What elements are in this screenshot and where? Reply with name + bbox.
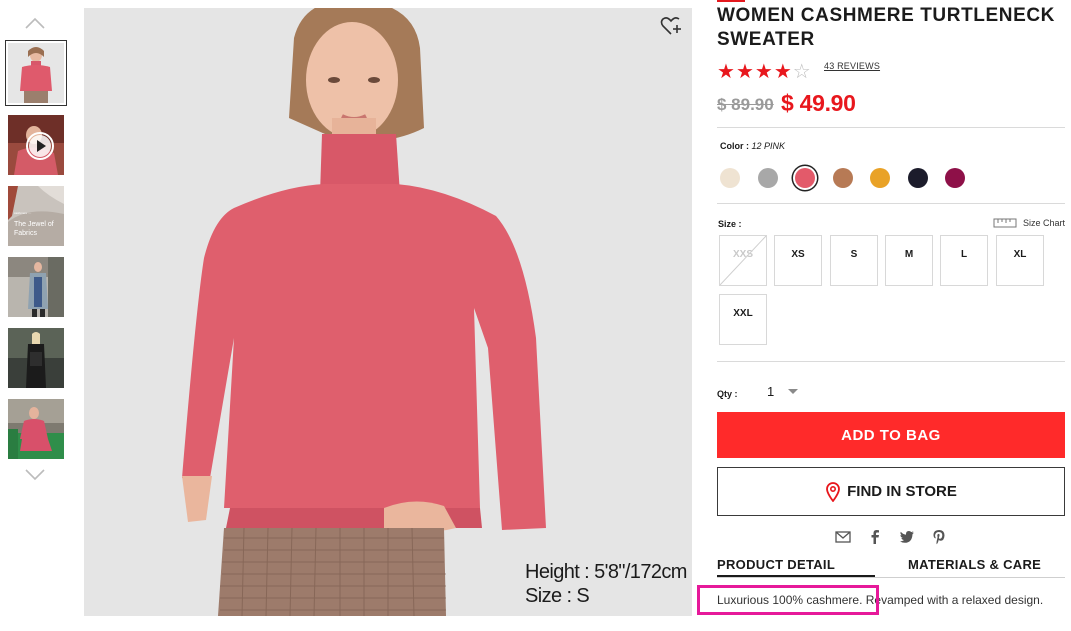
tab-materials-care[interactable]: MATERIALS & CARE [908, 557, 1041, 572]
reviews-link[interactable]: 43 REVIEWS [824, 61, 880, 71]
location-pin-icon [826, 481, 841, 502]
sale-price: $ 49.90 [781, 90, 856, 116]
chevron-down-icon[interactable] [24, 468, 46, 482]
tab-product-detail[interactable]: PRODUCT DETAIL [717, 557, 835, 572]
model-photo [84, 8, 692, 616]
svg-text:Fabrics: Fabrics [14, 230, 37, 237]
star-icon: ★ [773, 61, 793, 83]
product-title: WOMEN CASHMERE TURTLENECK SWEATER [717, 5, 1055, 50]
star-icon: ★ [717, 61, 736, 83]
rating-stars[interactable]: ★★★★☆ [717, 59, 812, 84]
color-swatch-natural[interactable] [720, 168, 740, 188]
qty-label: Qty : [717, 389, 738, 399]
divider [717, 127, 1065, 128]
color-swatch-wine[interactable] [945, 168, 965, 188]
color-swatch-navy[interactable] [908, 168, 928, 188]
size-label: Size : [718, 219, 742, 229]
ruler-icon [993, 218, 1017, 228]
thumb-fabric-text: The Jewel of [14, 221, 54, 228]
svg-text:cashmere ....: cashmere .... [14, 211, 32, 215]
thumbnail-video[interactable] [8, 115, 64, 175]
add-to-bag-button[interactable]: ADD TO BAG [717, 412, 1065, 458]
promo-tag [717, 0, 745, 2]
qty-select[interactable]: 1 [767, 382, 807, 400]
size-option-l[interactable]: L [940, 235, 988, 286]
pinterest-icon[interactable] [931, 529, 947, 545]
product-panel: WOMEN CASHMERE TURTLENECK SWEATER ★★★★☆ … [717, 0, 1065, 631]
mail-icon[interactable] [835, 529, 851, 545]
star-icon: ★ [754, 61, 774, 83]
thumbnail-5[interactable] [8, 328, 64, 388]
caption-height: Height : 5'8"/172cm [525, 561, 687, 583]
color-swatch-gray[interactable] [758, 168, 778, 188]
thumbnail-6[interactable] [8, 399, 64, 459]
twitter-icon[interactable] [899, 529, 915, 545]
size-chart-link[interactable]: Size Chart [993, 218, 1065, 228]
color-swatch-yellow[interactable] [870, 168, 890, 188]
star-empty-icon: ☆ [792, 61, 812, 83]
divider [717, 361, 1065, 362]
model-caption: Height : 5'8"/172cm Size : S [525, 560, 687, 608]
thumbnail-1[interactable] [5, 40, 67, 106]
divider [717, 203, 1065, 204]
qty-value: 1 [767, 383, 775, 399]
color-label: Color : 12 PINK [720, 141, 786, 151]
find-in-store-button[interactable]: FIND IN STORE [717, 467, 1065, 516]
size-option-s[interactable]: S [830, 235, 878, 286]
size-option-xxl[interactable]: XXL [719, 294, 767, 345]
thumbnail-strip: cashmere .... The Jewel of Fabrics [0, 0, 72, 631]
thumbnail-4[interactable] [8, 257, 64, 317]
highlight-box [697, 585, 879, 615]
size-option-xs[interactable]: XS [774, 235, 822, 286]
caption-size: Size : S [525, 585, 590, 607]
facebook-icon[interactable] [867, 529, 883, 545]
tabs-divider [717, 577, 1065, 578]
chevron-up-icon[interactable] [24, 16, 46, 30]
color-value: 12 PINK [751, 141, 786, 151]
star-icon: ★ [735, 61, 755, 83]
caret-down-icon [788, 388, 799, 394]
size-option-xl[interactable]: XL [996, 235, 1044, 286]
heart-plus-icon[interactable] [660, 16, 682, 36]
active-tab-indicator [717, 575, 875, 577]
main-product-image[interactable]: Height : 5'8"/172cm Size : S [84, 8, 692, 616]
thumbnail-fabric[interactable]: cashmere .... The Jewel of Fabrics [8, 186, 64, 246]
size-option-m[interactable]: M [885, 235, 933, 286]
color-swatch-pink[interactable] [795, 168, 815, 188]
color-swatch-brown[interactable] [833, 168, 853, 188]
size-option-xxs[interactable]: XXS [719, 235, 767, 286]
original-price: $ 89.90 [717, 95, 774, 114]
